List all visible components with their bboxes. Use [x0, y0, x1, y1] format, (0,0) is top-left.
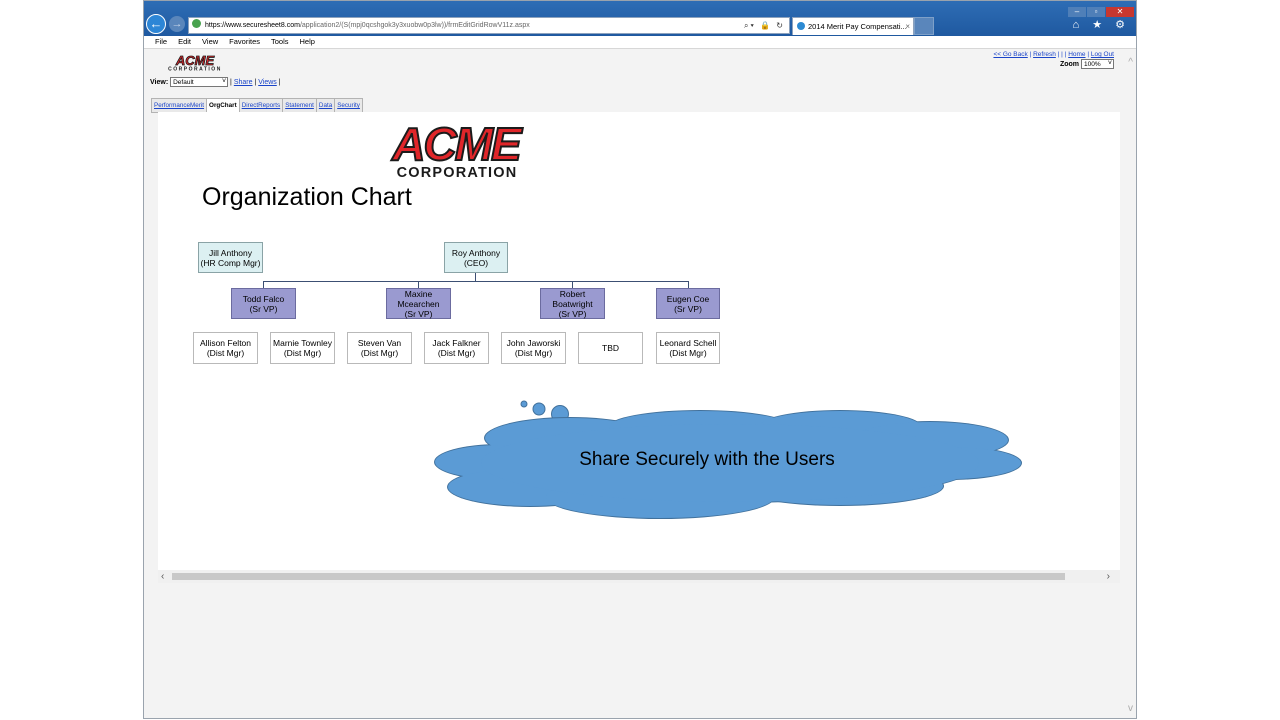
callout-text: Share Securely with the Users: [579, 449, 835, 470]
thought-bubble-dot: [520, 400, 528, 408]
thought-bubble-dot: [532, 402, 546, 416]
thought-cloud-callout: [434, 400, 1022, 519]
